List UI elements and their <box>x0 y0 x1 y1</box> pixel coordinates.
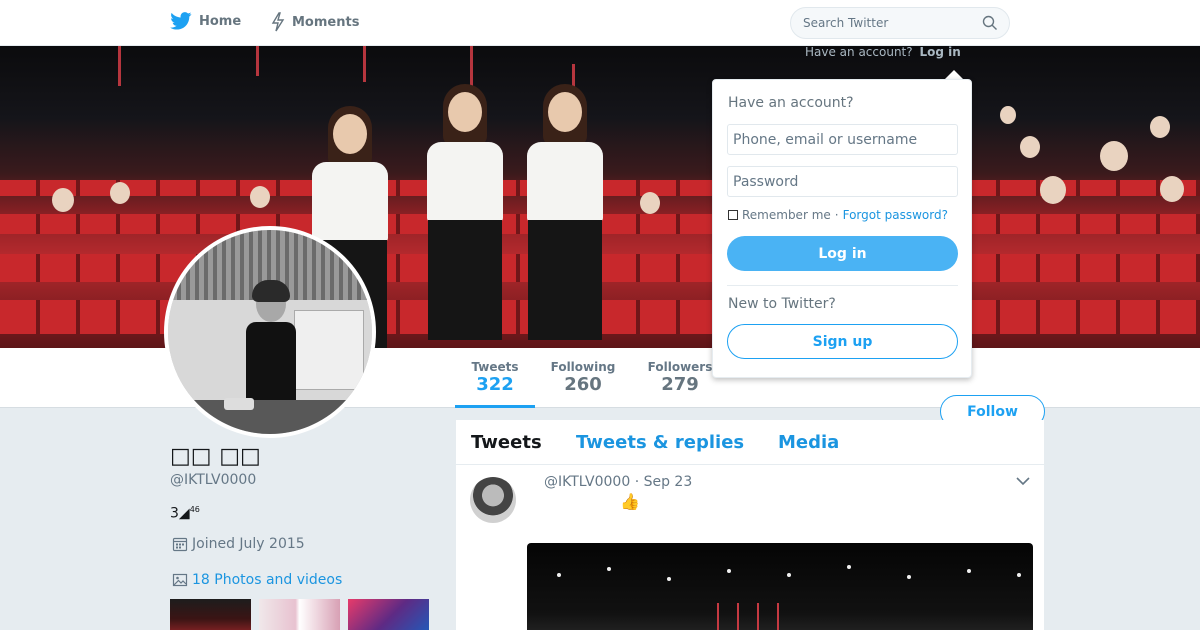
stat-value: 322 <box>476 374 514 395</box>
login-strip: Have an account? Log in <box>805 45 961 59</box>
stat-label: Followers <box>647 360 713 374</box>
username-field[interactable] <box>727 124 958 155</box>
media-thumbnail[interactable] <box>348 599 429 630</box>
search-input[interactable] <box>791 8 971 38</box>
banner-light <box>118 46 121 86</box>
audience-member <box>110 182 130 204</box>
audience-member <box>1020 136 1040 158</box>
banner-light <box>470 46 473 86</box>
nav-moments-label: Moments <box>292 14 360 30</box>
stat-label: Following <box>550 360 616 374</box>
avatar-cabinet <box>294 310 364 390</box>
login-button[interactable]: Log in <box>727 236 958 271</box>
chevron-down-icon[interactable] <box>1016 476 1030 486</box>
media-light <box>557 573 561 577</box>
tweet-meta[interactable]: @IKTLV0000 · Sep 23 <box>544 474 692 490</box>
new-to-twitter-heading: New to Twitter? <box>728 296 836 312</box>
have-account-text: Have an account? <box>805 45 913 59</box>
bio-superscript: 46 <box>189 505 200 514</box>
forgot-password-link[interactable]: Forgot password? <box>843 208 948 222</box>
media-bar <box>717 603 719 630</box>
search-box <box>790 7 1010 39</box>
audience-member <box>250 186 270 208</box>
stat-following[interactable]: Following 260 <box>547 360 619 395</box>
audience-member <box>640 192 660 214</box>
tab-media[interactable]: Media <box>778 432 839 453</box>
media-light <box>907 575 911 579</box>
profile-bio: 3◢46 <box>170 505 200 522</box>
audience-member <box>1150 116 1170 138</box>
media-light <box>607 567 611 571</box>
tab-tweets-replies[interactable]: Tweets & replies <box>576 432 744 453</box>
profile-name[interactable]: □□ □□ <box>170 444 261 469</box>
audience-member <box>1000 106 1016 124</box>
tweet-avatar[interactable] <box>470 477 516 523</box>
banner-light <box>363 46 366 82</box>
joined-date: Joined July 2015 <box>172 536 305 552</box>
banner-light <box>256 46 259 76</box>
tweet-media[interactable] <box>527 543 1033 630</box>
joined-text: Joined July 2015 <box>192 536 305 552</box>
audience-member <box>1100 141 1128 171</box>
stat-value: 260 <box>564 374 602 395</box>
media-thumbnail[interactable] <box>259 599 340 630</box>
audience-member <box>1160 176 1184 202</box>
avatar-person-body <box>246 322 296 404</box>
signup-button[interactable]: Sign up <box>727 324 958 359</box>
separator: · <box>834 208 839 222</box>
avatar-counter <box>168 400 372 434</box>
nav-home-label: Home <box>199 13 242 29</box>
photos-videos-link[interactable]: 18 Photos and videos <box>172 572 342 588</box>
top-navigation: Home Moments <box>0 0 1200 46</box>
avatar-pot <box>224 398 254 410</box>
profile-avatar[interactable] <box>164 226 376 438</box>
media-bar <box>757 603 759 630</box>
stat-label: Tweets <box>471 360 519 374</box>
login-link[interactable]: Log in <box>919 45 960 59</box>
timeline: Tweets Tweets & replies Media @IKTLV0000… <box>456 420 1044 630</box>
divider <box>727 285 958 286</box>
photos-videos-label: 18 Photos and videos <box>192 572 343 588</box>
audience-member <box>1040 176 1066 204</box>
media-bar <box>777 603 779 630</box>
nav-home[interactable]: Home <box>170 12 241 30</box>
calendar-icon <box>172 537 188 552</box>
profile-handle[interactable]: @IKTLV0000 <box>170 472 256 488</box>
tweet-emoji: 👍 <box>620 492 640 511</box>
moments-bolt-icon <box>271 12 285 32</box>
nav-moments[interactable]: Moments <box>271 12 359 32</box>
media-light <box>787 573 791 577</box>
login-dropdown: Have an account? Remember me · Forgot pa… <box>712 79 972 378</box>
stat-followers[interactable]: Followers 279 <box>645 360 715 395</box>
media-light <box>667 577 671 581</box>
media-thumbnail[interactable] <box>170 599 251 630</box>
media-light <box>967 569 971 573</box>
stat-tweets[interactable]: Tweets 322 <box>455 360 535 408</box>
media-light <box>1017 573 1021 577</box>
media-bar <box>737 603 739 630</box>
stat-value: 279 <box>661 374 699 395</box>
media-light <box>727 569 731 573</box>
login-heading: Have an account? <box>728 95 854 111</box>
audience-member <box>52 188 74 212</box>
bio-text: 3◢ <box>170 505 190 522</box>
remember-row: Remember me · Forgot password? <box>728 208 948 222</box>
avatar-person-hair <box>252 280 290 302</box>
remember-checkbox[interactable] <box>728 210 738 220</box>
photo-icon <box>172 573 188 587</box>
password-field[interactable] <box>727 166 958 197</box>
media-light <box>847 565 851 569</box>
tab-tweets[interactable]: Tweets <box>471 432 542 453</box>
remember-label: Remember me <box>742 208 831 222</box>
timeline-tabs: Tweets Tweets & replies Media <box>456 420 1044 465</box>
twitter-bird-icon <box>170 12 192 30</box>
dropdown-caret <box>945 70 963 79</box>
search-icon[interactable] <box>982 15 998 31</box>
